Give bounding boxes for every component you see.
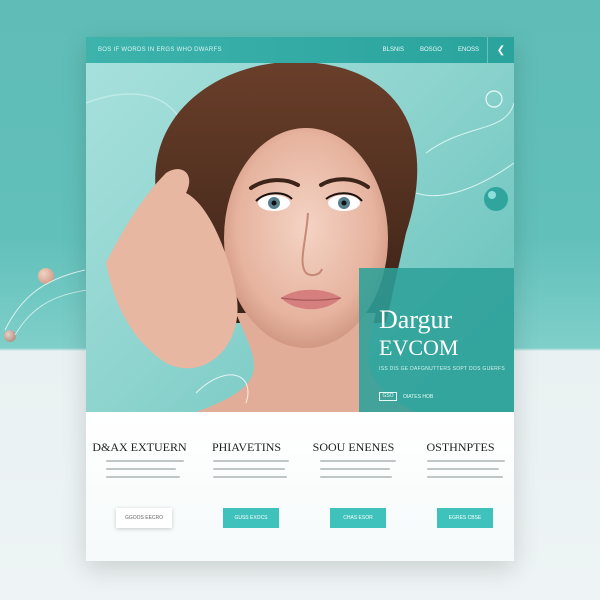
hero-cta[interactable]: GSO OIATES HOB bbox=[379, 392, 433, 401]
nav-item-1[interactable]: BLSNIS bbox=[375, 47, 412, 53]
decorative-swirl bbox=[4, 269, 89, 336]
nav-item-2[interactable]: BOSGO bbox=[412, 47, 450, 53]
feature-title: PHIAVETINS bbox=[211, 440, 282, 454]
features-section: D&AX EXTUERN GGOOS EECRO PHIAVETINS GUSS… bbox=[86, 412, 514, 561]
feature-title: D&AX EXTUERN bbox=[92, 440, 187, 454]
hero-title-line-1: Dargur bbox=[379, 305, 453, 334]
nav-item-3[interactable]: ENOSS bbox=[450, 47, 487, 53]
feature-column-2: PHIAVETINS GUSS EXOCS bbox=[193, 412, 300, 561]
feature-title: SOOU ENENES bbox=[312, 440, 395, 454]
feature-button[interactable]: GGOOS EECRO bbox=[116, 508, 172, 528]
feature-column-3: SOOU ENENES CHAS ESOR bbox=[300, 412, 407, 561]
hero-title: Dargur EVCOM bbox=[379, 306, 458, 362]
hero-cta-label[interactable]: OIATES HOB bbox=[403, 394, 433, 400]
hero-banner: Dargur EVCOM ISS DIS GE DAFGNUTTERS SOPT… bbox=[86, 63, 514, 412]
brand-name[interactable]: BOS IF WORDS IN ERGS WHO DWARFS bbox=[98, 47, 222, 53]
feature-column-4: OSTHNPTES EGRES CBSE bbox=[407, 412, 514, 561]
hero-cta-box[interactable]: GSO bbox=[379, 392, 397, 401]
feature-button[interactable]: GUSS EXOCS bbox=[223, 508, 279, 528]
feature-title: OSTHNPTES bbox=[426, 440, 495, 454]
feature-placeholder-text bbox=[427, 460, 505, 484]
feature-column-1: D&AX EXTUERN GGOOS EECRO bbox=[86, 412, 193, 561]
feature-button[interactable]: EGRES CBSE bbox=[437, 508, 493, 528]
feature-placeholder-text bbox=[213, 460, 289, 484]
hero-title-line-2: EVCOM bbox=[379, 335, 459, 360]
feature-placeholder-text bbox=[320, 460, 396, 484]
feature-placeholder-text bbox=[106, 460, 184, 484]
top-navigation: BOS IF WORDS IN ERGS WHO DWARFS BLSNIS B… bbox=[86, 37, 514, 63]
chevron-icon[interactable]: ❮ bbox=[487, 37, 514, 63]
feature-button[interactable]: CHAS ESOR bbox=[330, 508, 386, 528]
nav-menu: BLSNIS BOSGO ENOSS ❮ bbox=[375, 37, 514, 63]
hero-subtitle: ISS DIS GE DAFGNUTTERS SOPT DOS GUERFS bbox=[379, 366, 506, 372]
hero-text-panel: Dargur EVCOM ISS DIS GE DAFGNUTTERS SOPT… bbox=[359, 268, 514, 412]
website-mockup: BOS IF WORDS IN ERGS WHO DWARFS BLSNIS B… bbox=[86, 37, 514, 561]
